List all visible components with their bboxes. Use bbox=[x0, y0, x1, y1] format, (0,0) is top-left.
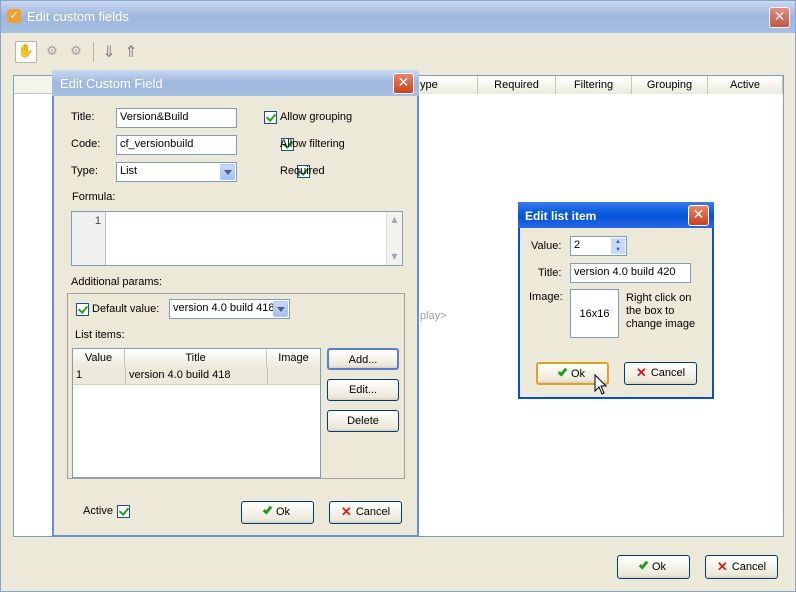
additional-params-panel: Default value: version 4.0 build 418 Lis… bbox=[67, 293, 405, 479]
column-type[interactable]: ype bbox=[418, 76, 478, 94]
table-row[interactable]: 1 version 4.0 build 418 bbox=[73, 367, 320, 385]
edit-list-item-dialog: Edit list item ✕ Value: 2 ▲ ▼ Title: ver… bbox=[518, 202, 714, 399]
edit-field-ok-label: Ok bbox=[275, 506, 291, 518]
edit-list-item-cancel-label: Cancel bbox=[650, 367, 686, 379]
code-input[interactable]: cf_versionbuild bbox=[116, 135, 237, 155]
list-items-header: Value Title Image bbox=[73, 349, 320, 367]
edit-list-item-title: Edit list item bbox=[525, 209, 597, 223]
active-checkbox[interactable] bbox=[116, 505, 130, 518]
value-spinner[interactable]: 2 ▲ ▼ bbox=[570, 236, 627, 256]
required-label[interactable]: Required bbox=[280, 165, 325, 177]
list-items-label: List items: bbox=[75, 329, 125, 341]
code-label: Code: bbox=[71, 138, 101, 150]
cancel-x-icon: ✕ bbox=[635, 365, 647, 380]
edit-list-item-title-bar[interactable]: Edit list item ✕ bbox=[518, 202, 714, 228]
image-hint-text: Right click on the box to change image bbox=[626, 292, 696, 330]
app-logo-icon: ✓ bbox=[7, 9, 21, 23]
cancel-x-icon: ✕ bbox=[716, 559, 728, 574]
column-active[interactable]: Active bbox=[708, 76, 783, 94]
column-filtering[interactable]: Filtering bbox=[556, 76, 632, 94]
main-ok-button[interactable]: Ok bbox=[617, 555, 690, 579]
add-item-button[interactable]: Add... bbox=[327, 348, 399, 370]
default-value-label[interactable]: Default value: bbox=[92, 303, 159, 315]
image-box[interactable]: 16x16 bbox=[570, 289, 619, 338]
image-label: Image: bbox=[529, 291, 563, 303]
formula-label: Formula: bbox=[72, 191, 116, 203]
formula-line-number: 1 bbox=[94, 215, 101, 227]
delete-field-icon[interactable]: ⚙ bbox=[65, 41, 87, 63]
item-title-label: Title: bbox=[538, 267, 562, 279]
item-title-input[interactable]: version 4.0 build 420 bbox=[570, 263, 691, 283]
edit-list-item-ok-label: Ok bbox=[570, 368, 586, 380]
move-up-icon[interactable]: ⇑ bbox=[121, 41, 141, 63]
edit-list-item-close-button[interactable]: ✕ bbox=[688, 205, 709, 226]
default-value-text: version 4.0 build 418 bbox=[173, 302, 275, 314]
move-down-icon[interactable]: ⇓ bbox=[99, 41, 119, 63]
edit-field-ok-button[interactable]: Ok bbox=[241, 501, 314, 524]
edit-item-button[interactable]: Edit... bbox=[327, 379, 399, 401]
edit-field-title-bar[interactable]: Edit Custom Field ✕ bbox=[52, 70, 419, 96]
additional-params-label: Additional params: bbox=[71, 276, 163, 288]
edit-field-cancel-label: Cancel bbox=[355, 506, 391, 518]
allow-filtering-label[interactable]: Allow filtering bbox=[280, 138, 345, 150]
type-select-value: List bbox=[120, 165, 138, 177]
add-field-icon[interactable]: ✋ bbox=[15, 41, 37, 63]
main-window-title: Edit custom fields bbox=[27, 9, 129, 24]
mouse-cursor-icon bbox=[594, 374, 608, 395]
type-select[interactable]: List bbox=[116, 162, 237, 182]
ok-check-icon bbox=[638, 559, 649, 570]
default-value-select[interactable]: version 4.0 build 418 bbox=[169, 299, 290, 319]
value-spinner-text: 2 bbox=[574, 239, 581, 251]
column-value[interactable]: Value bbox=[73, 349, 125, 367]
scroll-up-icon[interactable]: ▲ bbox=[388, 213, 401, 227]
formula-gutter: 1 bbox=[72, 212, 106, 265]
chevron-down-icon[interactable] bbox=[220, 164, 235, 180]
toolbar: ✋ ⚙ ⚙ ⇓ ⇑ bbox=[13, 39, 783, 67]
scroll-down-icon[interactable]: ▼ bbox=[388, 250, 401, 264]
default-value-checkbox[interactable] bbox=[76, 303, 89, 316]
edit-custom-field-dialog: Edit Custom Field ✕ Title: Version&Build… bbox=[52, 70, 419, 537]
value-label: Value: bbox=[531, 240, 562, 252]
edit-field-icon[interactable]: ⚙ bbox=[41, 41, 63, 63]
column-image[interactable]: Image bbox=[267, 349, 320, 367]
main-title-bar[interactable]: ✓ Edit custom fields ✕ bbox=[1, 1, 795, 33]
row-divider bbox=[125, 367, 126, 385]
main-ok-label: Ok bbox=[651, 561, 667, 573]
main-cancel-button[interactable]: ✕ Cancel bbox=[705, 555, 778, 579]
ok-check-icon bbox=[557, 366, 568, 377]
toolbar-separator bbox=[93, 42, 94, 62]
image-placeholder-text: 16x16 bbox=[579, 308, 610, 320]
delete-item-button[interactable]: Delete bbox=[327, 410, 399, 432]
list-items-grid[interactable]: Value Title Image 1 version 4.0 build 41… bbox=[72, 348, 321, 478]
column-grouping[interactable]: Grouping bbox=[632, 76, 708, 94]
row-value: 1 bbox=[76, 369, 83, 381]
row-title: version 4.0 build 418 bbox=[129, 369, 231, 381]
background-hint-text: play> bbox=[420, 310, 447, 322]
active-label[interactable]: Active bbox=[83, 505, 113, 517]
edit-field-close-button[interactable]: ✕ bbox=[393, 73, 414, 94]
edit-field-cancel-button[interactable]: ✕ Cancel bbox=[329, 501, 402, 524]
type-label: Type: bbox=[71, 165, 98, 177]
spin-up-icon[interactable]: ▲ bbox=[611, 238, 625, 246]
main-close-button[interactable]: ✕ bbox=[769, 7, 790, 28]
cancel-x-icon: ✕ bbox=[340, 504, 352, 519]
allow-grouping-checkbox[interactable] bbox=[264, 111, 277, 124]
formula-editor[interactable]: 1 ▲ ▼ bbox=[71, 211, 403, 266]
edit-list-item-cancel-button[interactable]: ✕ Cancel bbox=[624, 362, 697, 385]
formula-scrollbar[interactable]: ▲ ▼ bbox=[386, 212, 402, 265]
spin-down-icon[interactable]: ▼ bbox=[611, 246, 625, 254]
title-label: Title: bbox=[71, 111, 95, 123]
row-divider bbox=[267, 367, 268, 385]
column-title[interactable]: Title bbox=[125, 349, 267, 367]
main-cancel-label: Cancel bbox=[731, 561, 767, 573]
column-required[interactable]: Required bbox=[478, 76, 556, 94]
edit-field-title: Edit Custom Field bbox=[60, 76, 163, 91]
chevron-down-icon[interactable] bbox=[273, 301, 288, 317]
ok-check-icon bbox=[262, 504, 273, 515]
title-input[interactable]: Version&Build bbox=[116, 108, 237, 128]
allow-grouping-label[interactable]: Allow grouping bbox=[280, 111, 352, 123]
